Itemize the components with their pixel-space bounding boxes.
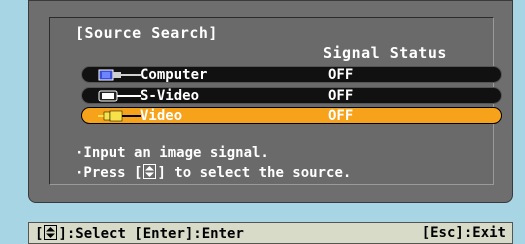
s-video-connector-icon — [98, 90, 141, 102]
menu-title: [Source Search] — [75, 24, 218, 42]
source-row-computer[interactable]: Computer OFF — [81, 66, 502, 83]
input-signal-message: ·Input an image signal. — [75, 145, 269, 161]
computer-vga-connector-icon — [98, 69, 141, 81]
source-status: OFF — [328, 67, 354, 83]
source-status: OFF — [328, 108, 354, 124]
key-guide-select-enter: [ ]:Select [Enter]:Enter — [35, 225, 244, 242]
key-guide-suffix: ]:Select [Enter]:Enter — [58, 226, 244, 242]
signal-status-header: Signal Status — [323, 44, 447, 62]
source-row-s-video[interactable]: S-Video OFF — [81, 87, 502, 104]
source-name: Computer — [140, 67, 208, 83]
rca-video-connector-icon — [98, 110, 141, 122]
source-search-window: [Source Search] Signal Status Computer O… — [28, 0, 513, 203]
key-guide-prefix: [ — [35, 226, 44, 242]
key-guide-bar: [ ]:Select [Enter]:Enter [Esc]:Exit — [28, 222, 513, 244]
source-name: Video — [140, 108, 183, 124]
select-source-message: ·Press [ ] to select the source. — [75, 164, 351, 181]
source-status: OFF — [328, 88, 354, 104]
source-name: S-Video — [140, 88, 200, 104]
key-guide-exit: [Esc]:Exit — [421, 225, 506, 241]
source-row-video[interactable]: Video OFF — [81, 107, 502, 124]
message-suffix: ] to select the source. — [157, 165, 352, 181]
message-prefix: ·Press [ — [75, 165, 143, 181]
up-down-arrow-icon — [143, 164, 157, 179]
up-down-arrow-icon — [44, 225, 58, 240]
